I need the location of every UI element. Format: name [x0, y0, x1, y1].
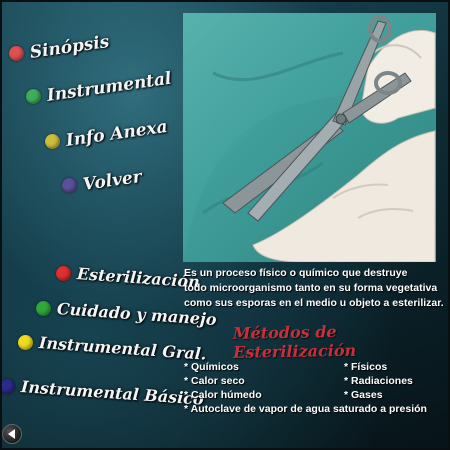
yellow-bullet-icon: [18, 335, 33, 350]
menu-label-instrumental-gral: Instrumental Gral.: [38, 333, 208, 364]
menu-label-esterilizacion: Esterilización: [76, 264, 201, 292]
menu-item-instrumental-basico[interactable]: Instrumental Básico: [0, 377, 204, 409]
menu-label-instrumental: Instrumental: [45, 68, 173, 106]
methods-list-right: Físicos Radiaciones Gases: [344, 360, 413, 402]
description-line-2: todo microorganismo tanto en su forma ve…: [184, 282, 438, 294]
menu-item-info-anexa[interactable]: Info Anexa: [45, 117, 169, 151]
description-line-1: Es un proceso físico o químico que destr…: [184, 267, 408, 279]
screen: Sinópsis Instrumental Info Anexa Volver: [0, 0, 450, 450]
menu-item-instrumental[interactable]: Instrumental: [26, 69, 173, 106]
menu-label-volver: Volver: [81, 166, 143, 195]
menu-item-esterilizacion[interactable]: Esterilización: [56, 264, 200, 292]
green-bullet-icon: [36, 301, 51, 316]
yellow-bullet-icon: [45, 133, 60, 149]
menu-item-volver[interactable]: Volver: [62, 167, 143, 195]
menu-item-instrumental-gral[interactable]: Instrumental Gral.: [18, 333, 207, 364]
blue-bullet-icon: [0, 379, 15, 394]
red-bullet-icon: [56, 266, 71, 281]
scissors-illustration: [183, 13, 436, 262]
back-button[interactable]: [2, 424, 22, 444]
menu-label-sinopsis: Sinópsis: [28, 31, 111, 63]
method-item: Autoclave de vapor de agua saturado a pr…: [184, 402, 427, 416]
purple-bullet-icon: [62, 177, 77, 193]
surgical-scissors-photo: [183, 13, 436, 262]
green-bullet-icon: [26, 88, 41, 104]
menu-label-instrumental-basico: Instrumental Básico: [20, 377, 205, 409]
method-item: Gases: [344, 388, 413, 402]
methods-title: Métodos de Esterilización: [232, 322, 357, 362]
description-line-3: como sus esporas en el medio u objeto a …: [184, 297, 444, 309]
method-item: Radiaciones: [344, 374, 413, 388]
sterilization-description: Es un proceso físico o químico que destr…: [184, 266, 446, 311]
menu-label-info-anexa: Info Anexa: [64, 116, 169, 151]
method-item: Físicos: [344, 360, 413, 374]
red-bullet-icon: [9, 45, 24, 61]
left-triangle-icon: [7, 429, 15, 439]
menu-item-sinopsis[interactable]: Sinópsis: [9, 32, 111, 63]
